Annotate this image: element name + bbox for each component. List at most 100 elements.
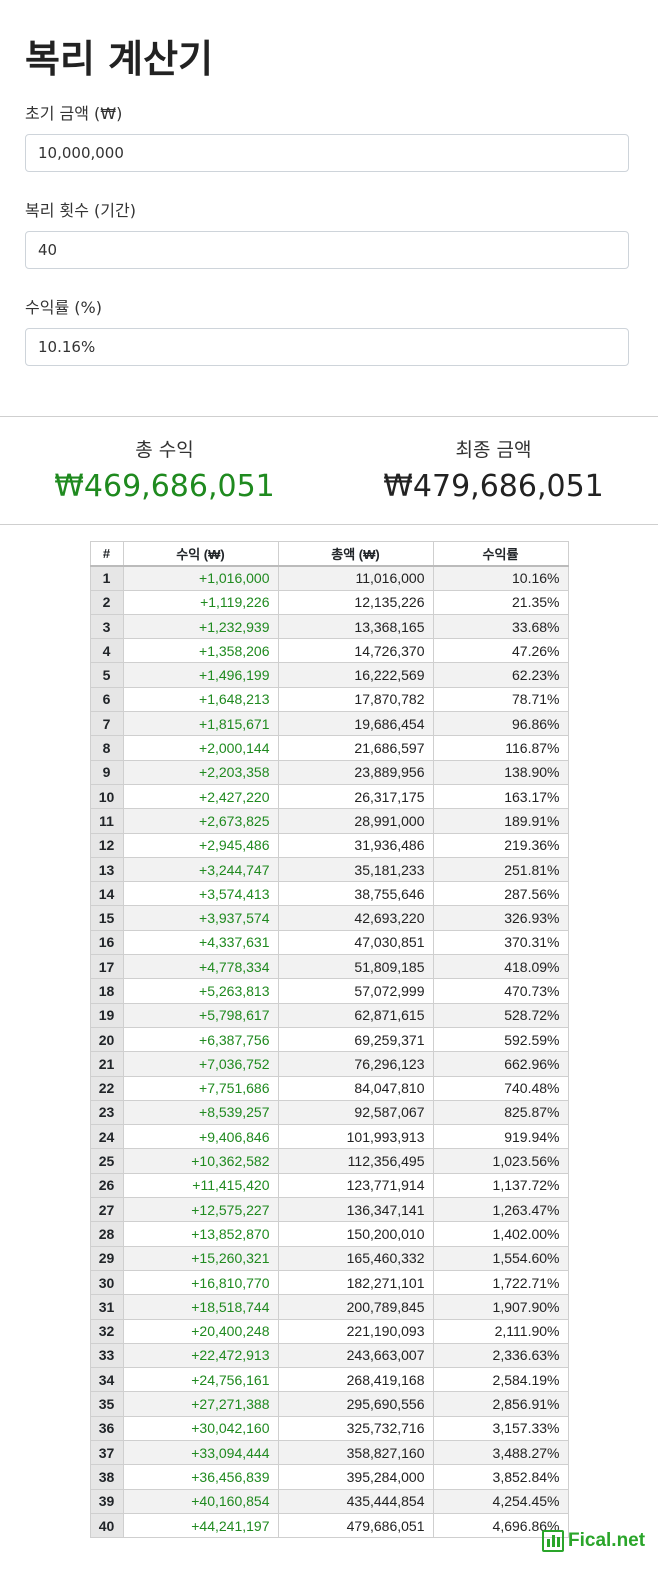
- row-index: 20: [89, 1026, 124, 1053]
- header-rate: 수익률: [432, 540, 569, 567]
- row-profit: +6,387,756: [122, 1026, 279, 1053]
- row-index: 6: [89, 686, 124, 713]
- table-row: 18 +5,263,813 57,072,999 470.73%: [89, 978, 569, 1004]
- table-row: 16 +4,337,631 47,030,851 370.31%: [89, 929, 569, 956]
- row-profit: +11,415,420: [122, 1172, 279, 1199]
- row-index: 26: [89, 1172, 124, 1199]
- row-profit: +4,337,631: [122, 929, 279, 956]
- row-rate: 592.59%: [432, 1026, 569, 1053]
- table-row: 29 +15,260,321 165,460,332 1,554.60%: [89, 1245, 569, 1271]
- row-rate: 33.68%: [432, 613, 569, 640]
- row-index: 7: [89, 711, 124, 737]
- row-total: 21,686,597: [277, 735, 434, 761]
- row-rate: 10.16%: [432, 565, 569, 591]
- row-total: 221,190,093: [277, 1318, 434, 1344]
- row-total: 26,317,175: [277, 783, 434, 810]
- row-index: 23: [89, 1099, 124, 1126]
- row-total: 268,419,168: [277, 1367, 434, 1393]
- final-amount-label: 최종 금액: [455, 439, 532, 461]
- rate-label: 수익률 (%): [25, 298, 102, 317]
- table-row: 40 +44,241,197 479,686,051 4,696.86%: [89, 1512, 569, 1539]
- table-row: 8 +2,000,144 21,686,597 116.87%: [89, 735, 569, 761]
- row-profit: +1,016,000: [122, 565, 279, 591]
- row-profit: +1,119,226: [122, 589, 279, 615]
- row-rate: 47.26%: [432, 638, 569, 664]
- row-profit: +5,798,617: [122, 1002, 279, 1028]
- table-row: 13 +3,244,747 35,181,233 251.81%: [89, 856, 569, 883]
- principal-input[interactable]: [25, 134, 629, 172]
- row-profit: +22,472,913: [122, 1342, 279, 1369]
- row-index: 22: [89, 1075, 124, 1101]
- row-profit: +20,400,248: [122, 1318, 279, 1344]
- table-row: 22 +7,751,686 84,047,810 740.48%: [89, 1075, 569, 1101]
- row-rate: 326.93%: [432, 905, 569, 931]
- row-profit: +36,456,839: [122, 1464, 279, 1490]
- row-profit: +7,036,752: [122, 1051, 279, 1077]
- table-row: 37 +33,094,444 358,827,160 3,488.27%: [89, 1439, 569, 1466]
- row-total: 19,686,454: [277, 711, 434, 737]
- header-index: #: [89, 540, 124, 567]
- table-row: 12 +2,945,486 31,936,486 219.36%: [89, 832, 569, 858]
- row-rate: 2,584.19%: [432, 1367, 569, 1393]
- row-index: 35: [89, 1391, 124, 1417]
- brand-logo[interactable]: Fical.net: [542, 1530, 645, 1552]
- row-rate: 1,554.60%: [432, 1245, 569, 1271]
- row-index: 13: [89, 856, 124, 883]
- row-profit: +2,427,220: [122, 783, 279, 810]
- row-total: 325,732,716: [277, 1415, 434, 1441]
- row-total: 92,587,067: [277, 1099, 434, 1126]
- rate-input[interactable]: [25, 328, 629, 366]
- row-profit: +2,203,358: [122, 759, 279, 785]
- row-rate: 1,907.90%: [432, 1294, 569, 1320]
- row-rate: 662.96%: [432, 1051, 569, 1077]
- table-row: 15 +3,937,574 42,693,220 326.93%: [89, 905, 569, 931]
- row-profit: +12,575,227: [122, 1197, 279, 1223]
- row-total: 76,296,123: [277, 1051, 434, 1077]
- row-index: 19: [89, 1002, 124, 1028]
- row-rate: 3,852.84%: [432, 1464, 569, 1490]
- row-rate: 219.36%: [432, 832, 569, 858]
- row-total: 12,135,226: [277, 589, 434, 615]
- row-rate: 470.73%: [432, 978, 569, 1004]
- row-rate: 116.87%: [432, 735, 569, 761]
- row-rate: 1,137.72%: [432, 1172, 569, 1199]
- final-amount-block: 최종 금액 ₩479,686,051: [329, 437, 658, 524]
- table-row: 25 +10,362,582 112,356,495 1,023.56%: [89, 1148, 569, 1174]
- row-total: 165,460,332: [277, 1245, 434, 1271]
- row-index: 9: [89, 759, 124, 785]
- table-row: 38 +36,456,839 395,284,000 3,852.84%: [89, 1464, 569, 1490]
- row-profit: +44,241,197: [122, 1512, 279, 1539]
- row-index: 32: [89, 1318, 124, 1344]
- row-rate: 528.72%: [432, 1002, 569, 1028]
- row-rate: 418.09%: [432, 954, 569, 980]
- table-row: 26 +11,415,420 123,771,914 1,137.72%: [89, 1172, 569, 1199]
- row-profit: +40,160,854: [122, 1488, 279, 1514]
- row-index: 15: [89, 905, 124, 931]
- principal-label: 초기 금액 (₩): [25, 104, 123, 123]
- row-profit: +1,358,206: [122, 638, 279, 664]
- row-index: 1: [89, 565, 124, 591]
- table-row: 39 +40,160,854 435,444,854 4,254.45%: [89, 1488, 569, 1514]
- table-row: 17 +4,778,334 51,809,185 418.09%: [89, 954, 569, 980]
- row-index: 12: [89, 832, 124, 858]
- row-rate: 287.56%: [432, 881, 569, 907]
- periods-input[interactable]: [25, 231, 629, 269]
- page-title: 복리 계산기: [25, 37, 214, 81]
- results-table-wrap: # 수익 (₩) 총액 (₩) 수익률 1 +1,016,000 11,016,00…: [0, 525, 658, 1539]
- row-profit: +8,539,257: [122, 1099, 279, 1126]
- row-total: 14,726,370: [277, 638, 434, 664]
- row-index: 25: [89, 1148, 124, 1174]
- row-profit: +3,574,413: [122, 881, 279, 907]
- row-rate: 2,111.90%: [432, 1318, 569, 1344]
- row-rate: 1,722.71%: [432, 1269, 569, 1296]
- table-row: 35 +27,271,388 295,690,556 2,856.91%: [89, 1391, 569, 1417]
- row-profit: +9,406,846: [122, 1124, 279, 1150]
- row-index: 39: [89, 1488, 124, 1514]
- row-total: 182,271,101: [277, 1269, 434, 1296]
- row-rate: 21.35%: [432, 589, 569, 615]
- row-index: 24: [89, 1124, 124, 1150]
- row-total: 150,200,010: [277, 1221, 434, 1247]
- row-rate: 2,336.63%: [432, 1342, 569, 1369]
- table-row: 9 +2,203,358 23,889,956 138.90%: [89, 759, 569, 785]
- row-profit: +33,094,444: [122, 1439, 279, 1466]
